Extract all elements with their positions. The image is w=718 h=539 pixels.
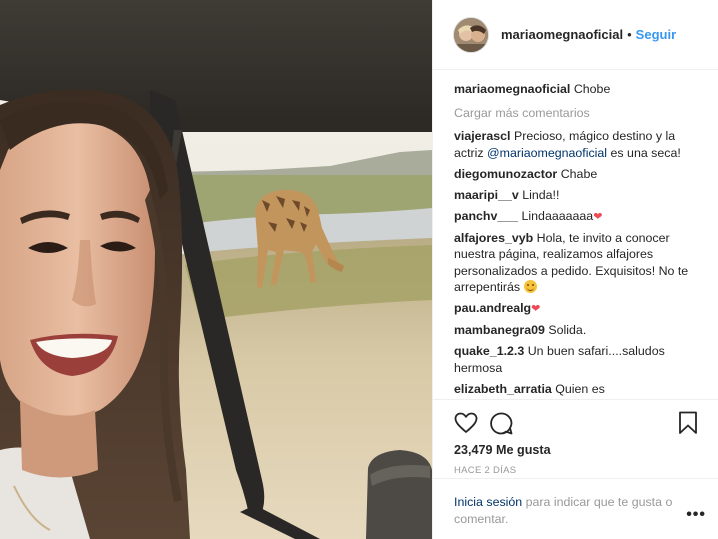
- bookmark-icon[interactable]: [678, 411, 698, 435]
- list-item: pau.andrealg❤: [454, 300, 703, 318]
- red-heart-emoji-icon: ❤: [593, 210, 603, 223]
- comment-username[interactable]: panchv___: [454, 209, 518, 223]
- avatar-image: [454, 17, 488, 52]
- list-item: maaripi__v Linda!!: [454, 187, 703, 204]
- comment-username[interactable]: diegomunozactor: [454, 167, 557, 181]
- comments-list[interactable]: mariaomegnaoficial Chobe Cargar más come…: [433, 71, 718, 399]
- caption: mariaomegnaoficial Chobe: [454, 81, 703, 98]
- list-item: viajerascl Precioso, mágico destino y la…: [454, 128, 703, 161]
- load-more-comments-button[interactable]: Cargar más comentarios: [454, 105, 703, 122]
- list-item: diegomunozactor Chabe: [454, 166, 703, 183]
- ellipsis-icon[interactable]: •••: [686, 506, 706, 524]
- comment-text: es una seca!: [607, 145, 681, 160]
- header-username[interactable]: mariaomegnaoficial: [501, 27, 623, 42]
- list-item: mambanegra09 Solida.: [454, 322, 703, 339]
- post-photo[interactable]: [0, 0, 432, 539]
- login-link[interactable]: Inicia sesión: [454, 495, 522, 509]
- speech-bubble-icon[interactable]: [490, 412, 513, 435]
- comment-text: Quien es: [555, 381, 605, 396]
- safari-selfie-image: [0, 0, 432, 539]
- likes-count[interactable]: 23,479 Me gusta: [454, 443, 698, 457]
- comment-mention-link[interactable]: @mariaomegnaoficial: [487, 146, 607, 160]
- heart-outline-icon[interactable]: [454, 412, 478, 434]
- comment-username[interactable]: quake_1.2.3: [454, 344, 524, 358]
- post-timestamp[interactable]: Hace 2 días: [454, 465, 698, 476]
- smiling-face-emoji-icon: [523, 280, 537, 293]
- caption-text: Chobe: [573, 82, 611, 96]
- comment-text: Chabe: [560, 166, 598, 181]
- post-header: mariaomegnaoficial • Seguir: [433, 0, 718, 70]
- list-item: quake_1.2.3 Un buen safari....saludos he…: [454, 343, 703, 376]
- list-item: panchv___ Lindaaaaaaa❤: [454, 208, 703, 226]
- login-prompt: Inicia sesión para indicar que te gusta …: [433, 478, 718, 527]
- comment-username[interactable]: alfajores_vyb: [454, 231, 533, 245]
- comment-text: Lindaaaaaaa: [521, 208, 594, 223]
- post-side-panel: mariaomegnaoficial • Seguir mariaomegnao…: [432, 0, 718, 539]
- comment-username[interactable]: elizabeth_arratia: [454, 382, 552, 396]
- comment-username[interactable]: viajerascl: [454, 129, 511, 143]
- action-icons-row: [454, 406, 698, 440]
- list-item: elizabeth_arratia Quien es: [454, 381, 703, 398]
- comment-text: Linda!!: [522, 187, 560, 202]
- comment-username[interactable]: mambanegra09: [454, 323, 545, 337]
- comment-username[interactable]: pau.andrealg: [454, 301, 531, 315]
- post-actions: 23,479 Me gusta Hace 2 días: [433, 399, 718, 476]
- red-heart-emoji-icon: ❤: [531, 303, 541, 315]
- comment-text: Solida.: [548, 323, 587, 337]
- caption-username[interactable]: mariaomegnaoficial: [454, 82, 570, 96]
- follow-button[interactable]: Seguir: [636, 27, 676, 42]
- instagram-post-embed: mariaomegnaoficial • Seguir mariaomegnao…: [0, 0, 718, 539]
- list-item: alfajores_vyb Hola, te invito a conocer …: [454, 230, 703, 296]
- comment-username[interactable]: maaripi__v: [454, 188, 519, 202]
- separator-dot: •: [627, 27, 632, 42]
- avatar[interactable]: [453, 16, 489, 53]
